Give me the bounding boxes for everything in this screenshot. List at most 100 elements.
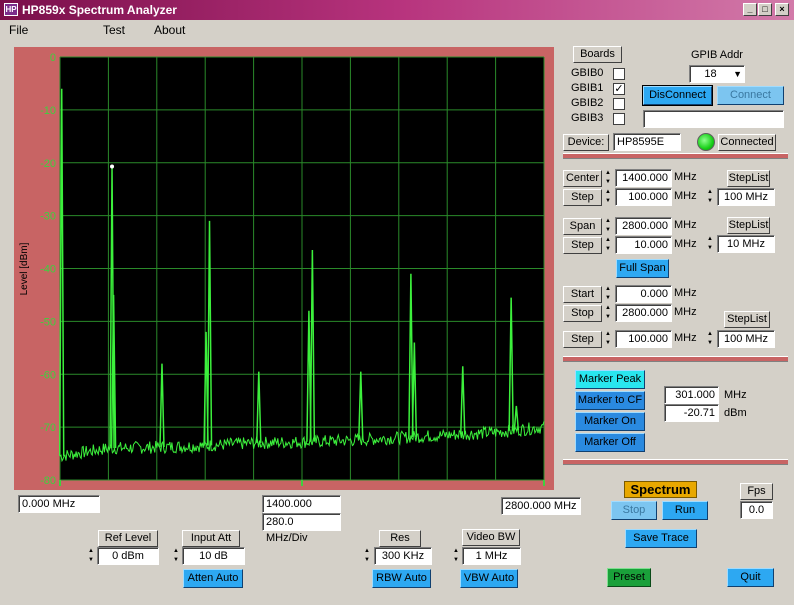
fps-label: Fps <box>740 483 773 500</box>
board-checkbox-gbib3[interactable] <box>613 113 625 125</box>
span-unit: MHz <box>674 219 697 231</box>
quit-button[interactable]: Quit <box>727 568 774 587</box>
video-bw-spinner[interactable]: ▲ ▼ <box>452 547 460 565</box>
video-bw-label: Video BW <box>462 529 520 546</box>
marker-point[interactable] <box>110 164 115 169</box>
marker-level-unit: dBm <box>724 407 747 419</box>
input-att-spinner[interactable]: ▲ ▼ <box>172 547 180 565</box>
marker-peak-button[interactable]: Marker Peak <box>575 370 645 389</box>
steplist-1-field[interactable]: 100 MHz <box>717 188 775 206</box>
y-tick-label: -40 <box>40 264 56 276</box>
span-step-field[interactable]: 10.000 <box>615 236 672 254</box>
start-stop-step-field[interactable]: 100.000 <box>615 330 672 348</box>
ref-level-field[interactable]: 0 dBm <box>97 547 159 565</box>
start-freq-display: 0.000 MHz <box>18 495 100 513</box>
start-unit: MHz <box>674 287 697 299</box>
atten-auto-button[interactable]: Atten Auto <box>183 569 243 588</box>
span-step-label: Step <box>563 237 602 254</box>
menu-test[interactable]: Test <box>103 23 125 37</box>
input-att-label: Input Att <box>182 530 240 547</box>
gpib-addr-select[interactable]: 18 ▼ <box>689 65 745 83</box>
device-field: HP8595E <box>613 133 681 151</box>
stop-spinner[interactable]: ▲ ▼ <box>604 304 612 322</box>
close-icon[interactable]: × <box>775 3 789 16</box>
board-label-gbib2: GBIB2 <box>571 97 604 109</box>
connection-led-icon <box>697 133 715 151</box>
board-checkbox-gbib2[interactable] <box>613 98 625 110</box>
y-tick-label: -20 <box>40 158 56 170</box>
res-bw-spinner[interactable]: ▲ ▼ <box>363 547 371 565</box>
steplist-3-spinner[interactable]: ▲ ▼ <box>706 330 714 348</box>
board-checkbox-gbib1[interactable]: ✓ <box>613 83 625 95</box>
center-spinner[interactable]: ▲ ▼ <box>604 169 612 187</box>
separator-2 <box>563 356 788 362</box>
window-title: HP859x Spectrum Analyzer <box>22 3 177 17</box>
stop-button[interactable]: Stop <box>611 501 657 520</box>
menu-file[interactable]: File <box>9 23 28 37</box>
span-field[interactable]: 2800.000 <box>615 217 672 235</box>
stop-unit: MHz <box>674 306 697 318</box>
disconnect-button[interactable]: DisConnect <box>643 86 712 105</box>
steplist-2-field[interactable]: 10 MHz <box>717 235 775 253</box>
spectrum-plot[interactable]: 0 -10 -20 -30 -40 -50 -60 -70 -80 Level [dBm] <box>14 47 554 490</box>
preset-button[interactable]: Preset <box>607 568 651 587</box>
stop-field[interactable]: 2800.000 <box>615 304 672 322</box>
center-step-field[interactable]: 100.000 <box>615 188 672 206</box>
marker-level-field: -20.71 <box>664 404 719 422</box>
rbw-auto-button[interactable]: RBW Auto <box>372 569 431 588</box>
steplist-3-label: StepList <box>724 311 770 328</box>
vbw-auto-button[interactable]: VBW Auto <box>460 569 518 588</box>
start-stop-step-unit: MHz <box>674 332 697 344</box>
y-tick-label: -30 <box>40 211 56 223</box>
center-step-spinner[interactable]: ▲ ▼ <box>604 188 612 206</box>
device-label: Device: <box>563 134 609 151</box>
span-spinner[interactable]: ▲ ▼ <box>604 217 612 235</box>
fps-field: 0.0 <box>740 501 773 519</box>
menu-about[interactable]: About <box>154 23 185 37</box>
maximize-icon[interactable]: □ <box>758 3 772 16</box>
board-label-gbib1: GBIB1 <box>571 82 604 94</box>
steplist-1-spinner[interactable]: ▲ ▼ <box>706 188 714 206</box>
ref-level-spinner[interactable]: ▲ ▼ <box>87 547 95 565</box>
y-tick-label: -10 <box>40 105 56 117</box>
start-field[interactable]: 0.000 <box>615 285 672 303</box>
start-label: Start <box>563 286 602 303</box>
center-field[interactable]: 1400.000 <box>615 169 672 187</box>
run-button[interactable]: Run <box>662 501 708 520</box>
start-spinner[interactable]: ▲ ▼ <box>604 285 612 303</box>
title-bar: HP HP859x Spectrum Analyzer _ □ × <box>0 0 794 20</box>
gpib-addr-label: GPIB Addr <box>691 49 743 61</box>
res-bw-label: Res BW <box>379 530 421 559</box>
minimize-icon[interactable]: _ <box>743 3 757 16</box>
video-bw-field[interactable]: 1 MHz <box>462 547 521 565</box>
steplist-2-spinner[interactable]: ▲ ▼ <box>706 235 714 253</box>
steplist-2-label: StepList <box>727 217 770 234</box>
marker-off-button[interactable]: Marker Off <box>575 433 645 452</box>
menu-bar: File Test About <box>0 20 794 39</box>
save-trace-button[interactable]: Save Trace <box>625 529 697 548</box>
y-tick-label: 0 <box>50 52 56 64</box>
stop-freq-display: 2800.000 MHz <box>501 497 581 515</box>
boards-label: Boards <box>573 46 622 63</box>
board-label-gbib3: GBIB3 <box>571 112 604 124</box>
center-freq-display: 1400.000 MHz <box>262 495 341 526</box>
res-bw-field[interactable]: 300 KHz <box>374 547 432 565</box>
marker-on-button[interactable]: Marker On <box>575 412 645 431</box>
board-checkbox-gbib0[interactable] <box>613 68 625 80</box>
full-span-button[interactable]: Full Span <box>616 259 669 278</box>
steplist-3-field[interactable]: 100 MHz <box>717 330 775 348</box>
gpib-status-field <box>643 110 784 128</box>
steplist-1-label: StepList <box>727 170 770 187</box>
marker-to-cf-button[interactable]: Marker to CF <box>575 391 645 410</box>
connect-button[interactable]: Connect <box>717 86 784 105</box>
chevron-down-icon: ▼ <box>733 69 742 79</box>
center-step-label: Step <box>563 189 602 206</box>
center-unit: MHz <box>674 171 697 183</box>
separator-3 <box>563 459 788 465</box>
marker-freq-unit: MHz <box>724 389 747 401</box>
separator-1 <box>563 153 788 159</box>
input-att-field[interactable]: 10 dB <box>182 547 245 565</box>
span-step-spinner[interactable]: ▲ ▼ <box>604 236 612 254</box>
y-axis-label: Level [dBm] <box>19 242 30 295</box>
start-stop-step-spinner[interactable]: ▲ ▼ <box>604 330 612 348</box>
